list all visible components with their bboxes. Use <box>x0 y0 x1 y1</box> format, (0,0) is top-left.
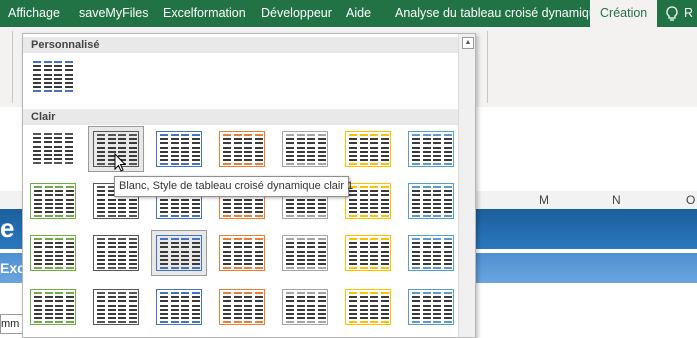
style-thumbnail <box>345 289 391 325</box>
style-thumbnail <box>219 235 265 271</box>
light-style-tile[interactable] <box>340 126 396 172</box>
style-thumbnail <box>345 131 391 167</box>
light-style-tile[interactable] <box>214 126 270 172</box>
scroll-up-arrow-icon[interactable]: ▲ <box>462 37 474 49</box>
light-style-tile[interactable] <box>277 284 333 330</box>
style-thumbnail <box>156 131 202 167</box>
style-thumbnail <box>282 289 328 325</box>
style-thumbnail <box>30 289 76 325</box>
tab-aide[interactable]: Aide <box>346 0 371 27</box>
style-thumbnail <box>156 289 202 325</box>
lightbulb-icon[interactable] <box>665 6 679 22</box>
column-header-m[interactable]: M <box>539 191 549 209</box>
light-style-tile[interactable] <box>214 284 270 330</box>
tab-analyse-tcd[interactable]: Analyse du tableau croisé dynamique <box>386 0 612 27</box>
light-style-tile[interactable] <box>403 178 459 224</box>
style-thumbnail <box>30 235 76 271</box>
light-style-tile[interactable] <box>25 284 81 330</box>
ribbon-divider <box>12 31 13 103</box>
custom-style-tile[interactable] <box>25 54 81 100</box>
column-header-n[interactable]: N <box>612 191 621 209</box>
tab-affichage[interactable]: Affichage <box>8 0 60 27</box>
ribbon-tab-bar: Affichage saveMyFiles Excelformation Dév… <box>0 0 697 27</box>
style-thumbnail <box>282 235 328 271</box>
light-style-tile[interactable] <box>151 284 207 330</box>
tab-developpeur[interactable]: Développeur <box>261 0 332 27</box>
style-thumbnail <box>30 183 76 219</box>
style-thumbnail <box>219 289 265 325</box>
style-thumbnail <box>93 235 139 271</box>
light-style-tile[interactable] <box>25 126 81 172</box>
light-style-tile[interactable] <box>403 284 459 330</box>
section-light: Clair <box>23 109 475 125</box>
style-thumbnail <box>30 131 76 167</box>
style-thumbnail <box>408 235 454 271</box>
light-style-tile[interactable] <box>277 126 333 172</box>
gallery-scrollbar[interactable]: ▲ <box>458 34 475 337</box>
tab-r[interactable]: R <box>684 0 693 27</box>
mouse-cursor-icon <box>114 152 128 173</box>
style-thumbnail <box>93 289 139 325</box>
light-style-tile[interactable] <box>25 230 81 276</box>
ribbon-divider <box>487 31 488 103</box>
tab-savemyfiles[interactable]: saveMyFiles <box>79 0 148 27</box>
light-style-tile[interactable] <box>340 230 396 276</box>
light-style-tile[interactable] <box>151 230 207 276</box>
light-style-tile[interactable] <box>25 178 81 224</box>
light-style-tile[interactable] <box>88 284 144 330</box>
light-style-tile[interactable] <box>403 126 459 172</box>
style-thumbnail <box>408 131 454 167</box>
style-tooltip: Blanc, Style de tableau croisé dynamique… <box>114 176 353 197</box>
column-header-o[interactable]: O <box>686 191 695 209</box>
tab-creation[interactable]: Création <box>590 0 658 27</box>
light-style-tile[interactable] <box>214 230 270 276</box>
style-thumbnail <box>345 235 391 271</box>
light-style-tile[interactable] <box>277 230 333 276</box>
section-custom: Personnalisé <box>23 37 475 53</box>
style-thumbnail <box>156 235 202 271</box>
light-style-tile[interactable] <box>340 284 396 330</box>
light-style-tile[interactable] <box>151 126 207 172</box>
tab-excelformation[interactable]: Excelformation <box>163 0 246 27</box>
light-style-tile[interactable] <box>88 230 144 276</box>
style-thumbnail <box>282 131 328 167</box>
light-style-tile[interactable] <box>403 230 459 276</box>
style-thumbnail <box>408 183 454 219</box>
style-thumbnail <box>30 59 76 95</box>
style-thumbnail <box>219 131 265 167</box>
style-thumbnail <box>408 289 454 325</box>
